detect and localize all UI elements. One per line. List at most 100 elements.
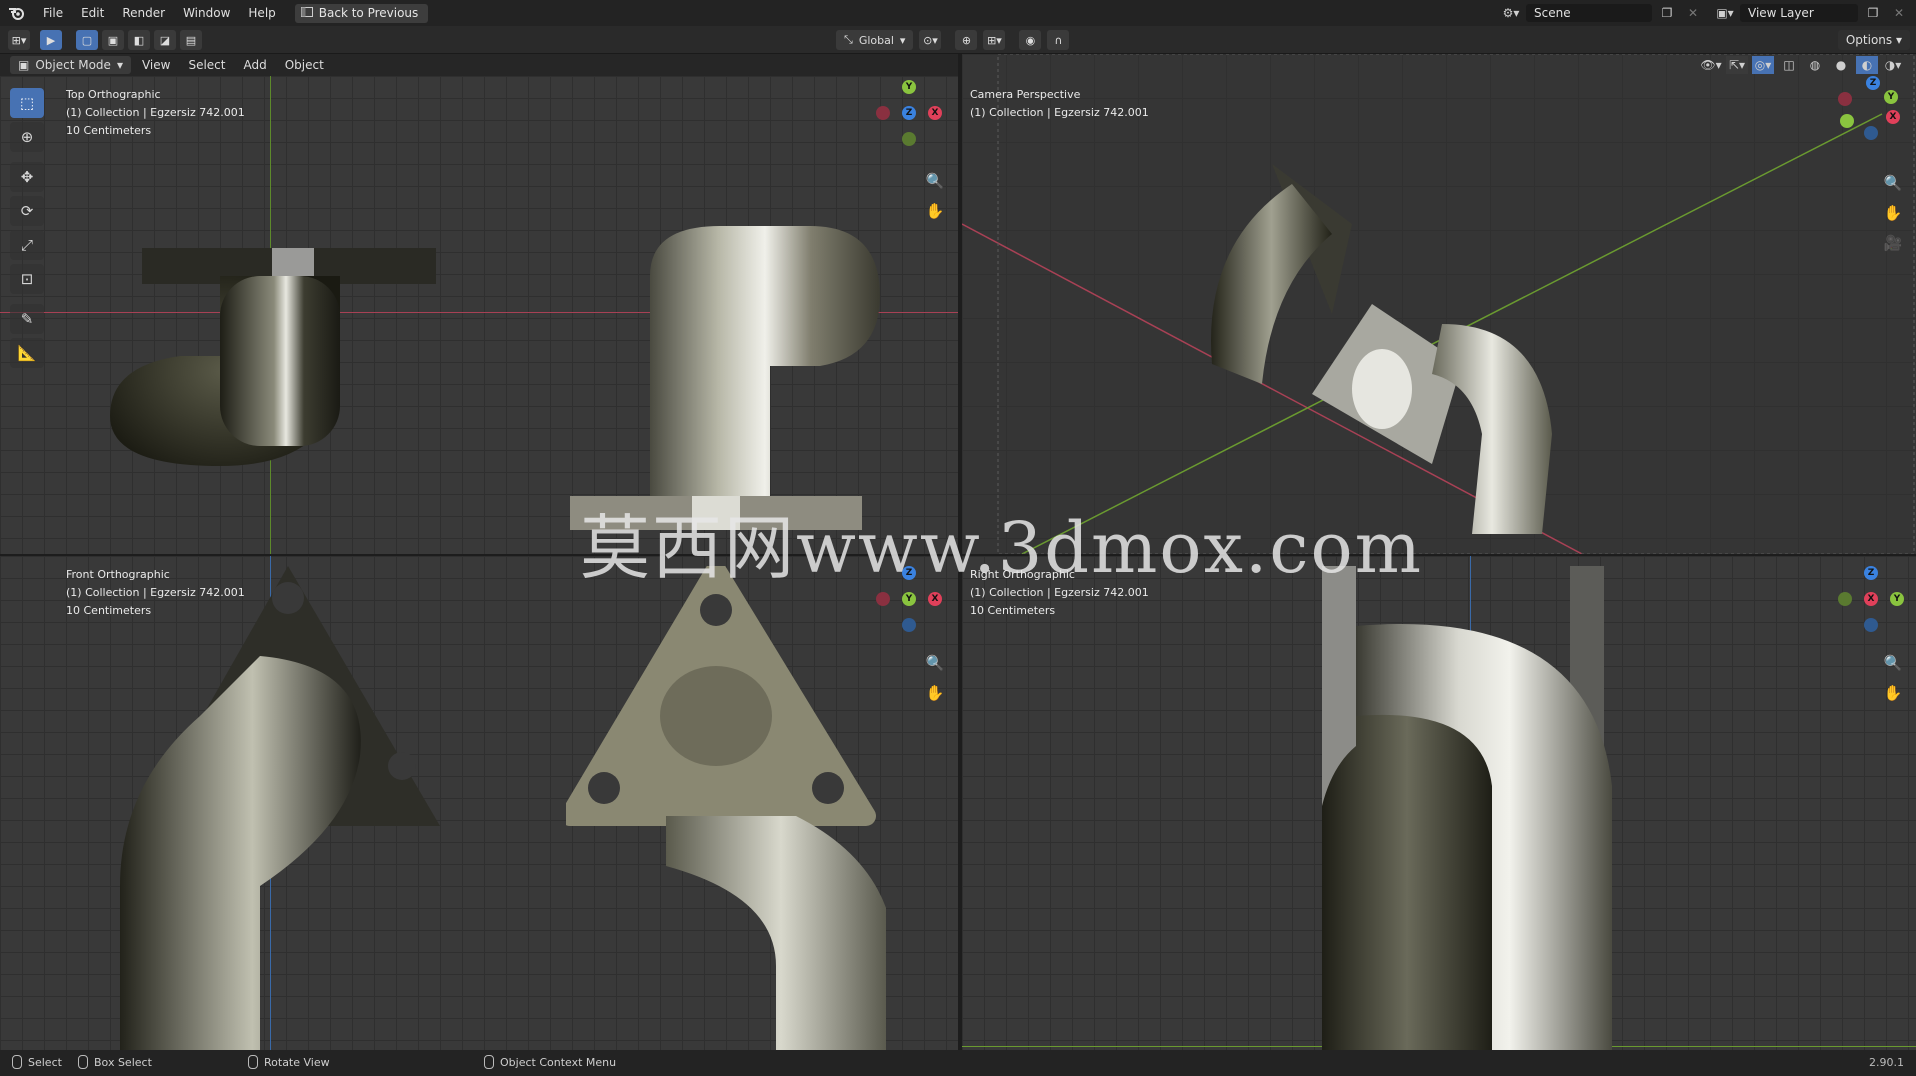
viewport-title: Camera Perspective [970, 88, 1081, 101]
viewport-shading-header: 👁▾ ⇱▾ ◎▾ ◫ ◍ ● ◐ ◑▾ [1700, 54, 1904, 76]
options-button[interactable]: Options ▾ [1837, 30, 1910, 50]
chevron-down-icon: ▾ [116, 58, 123, 72]
gizmo-y-axis[interactable]: Y [1884, 90, 1898, 104]
mouse-middle-icon [248, 1055, 258, 1069]
viewport-title: Top Orthographic [66, 88, 161, 101]
blender-logo-icon[interactable] [0, 0, 34, 26]
select-subtract-icon[interactable]: ◧ [128, 30, 150, 50]
pipe-model-light [570, 226, 880, 530]
menu-edit[interactable]: Edit [72, 0, 113, 26]
gizmo-x-axis[interactable]: X [1886, 110, 1900, 124]
gizmo-x-axis[interactable]: X [928, 106, 942, 120]
gizmo-toggle-icon[interactable]: ⇱▾ [1726, 56, 1748, 74]
rendered-shading-icon[interactable]: ◑▾ [1882, 56, 1904, 74]
measure-icon[interactable]: 📐 [10, 338, 44, 368]
status-context-menu: Object Context Menu [484, 1055, 616, 1069]
gizmo-y-axis[interactable]: Y [902, 80, 916, 94]
gizmo-z-axis[interactable]: Z [902, 106, 916, 120]
gizmo-neg-y[interactable] [1838, 592, 1852, 606]
collection-label: (1) Collection | Egzersiz 742.001 [66, 586, 245, 599]
transform-icon[interactable]: ⊡ [10, 264, 44, 294]
view-layer-field[interactable]: View Layer [1740, 4, 1858, 22]
move-icon[interactable]: ✥ [10, 162, 44, 192]
rotate-icon[interactable]: ⟳ [10, 196, 44, 226]
pipe-model-front-dark [120, 566, 440, 1050]
close-scene-icon[interactable]: ✕ [1682, 4, 1704, 22]
viewport-front-orthographic[interactable]: Front Orthographic (1) Collection | Egze… [0, 556, 958, 1050]
gizmo-neg-x[interactable] [1838, 92, 1852, 106]
zoom-icon[interactable]: 🔍 [1882, 652, 1904, 674]
menu-object[interactable]: Object [278, 58, 331, 72]
gizmo-neg-y[interactable] [902, 132, 916, 146]
hand-pan-icon[interactable]: ✋ [1882, 682, 1904, 704]
hand-pan-icon[interactable]: ✋ [924, 200, 946, 222]
select-extend-icon[interactable]: ▣ [102, 30, 124, 50]
scene-icon[interactable]: ⚙▾ [1500, 4, 1522, 22]
gizmo-neg-y[interactable] [1840, 114, 1854, 128]
navigation-gizmo[interactable]: Z Y X [1834, 76, 1914, 156]
select-invert-icon[interactable]: ◪ [154, 30, 176, 50]
navigation-gizmo[interactable]: Y Z X [868, 80, 948, 160]
gizmo-neg-z[interactable] [1864, 618, 1878, 632]
xray-icon[interactable]: ◫ [1778, 56, 1800, 74]
select-box-icon[interactable]: ⬚ [10, 88, 44, 118]
editor-type-icon[interactable]: ⊞▾ [8, 30, 30, 50]
back-to-previous-button[interactable]: Back to Previous [294, 3, 429, 23]
zoom-icon[interactable]: 🔍 [1882, 172, 1904, 194]
pivot-point-icon[interactable]: ⊙▾ [919, 30, 942, 50]
zoom-icon[interactable]: 🔍 [924, 652, 946, 674]
gizmo-neg-z[interactable] [1864, 126, 1878, 140]
falloff-icon[interactable]: ∩ [1047, 30, 1070, 50]
viewport-top-orthographic[interactable]: Top Orthographic (1) Collection | Egzers… [0, 76, 958, 554]
viewport-camera-perspective[interactable]: Camera Perspective (1) Collection | Egze… [962, 54, 1916, 554]
solid-shading-icon[interactable]: ● [1830, 56, 1852, 74]
scene-selector-area: ⚙▾ Scene ❐ ✕ ▣▾ View Layer ❐ ✕ [1500, 0, 1916, 26]
gizmo-x-axis[interactable]: X [1864, 592, 1878, 606]
gizmo-y-axis[interactable]: Y [902, 592, 916, 606]
select-intersect-icon[interactable]: ▤ [180, 30, 202, 50]
mode-icon: ▣ [18, 58, 30, 72]
menu-render[interactable]: Render [113, 0, 174, 26]
zoom-icon[interactable]: 🔍 [924, 170, 946, 192]
new-scene-icon[interactable]: ❐ [1656, 4, 1678, 22]
gizmo-z-axis[interactable]: Z [1866, 76, 1880, 90]
hand-pan-icon[interactable]: ✋ [1882, 202, 1904, 224]
material-shading-icon[interactable]: ◐ [1856, 56, 1878, 74]
menu-window[interactable]: Window [174, 0, 239, 26]
status-box-select: Box Select [78, 1055, 152, 1069]
visibility-icon[interactable]: 👁▾ [1700, 56, 1722, 74]
gizmo-x-axis[interactable]: X [928, 592, 942, 606]
close-view-layer-icon[interactable]: ✕ [1888, 4, 1910, 22]
overlay-icon[interactable]: ◎▾ [1752, 56, 1774, 74]
transform-orientation-select[interactable]: ⤡ Global ▾ [836, 30, 914, 50]
gizmo-z-axis[interactable]: Z [1864, 566, 1878, 580]
viewport-right-orthographic[interactable]: Right Orthographic (1) Collection | Egze… [962, 556, 1916, 1050]
wireframe-shading-icon[interactable]: ◍ [1804, 56, 1826, 74]
menu-view[interactable]: View [135, 58, 177, 72]
menu-select[interactable]: Select [181, 58, 232, 72]
select-tool-icon[interactable]: ▶ [40, 30, 62, 50]
view-layer-icon[interactable]: ▣▾ [1714, 4, 1736, 22]
grid-scale-label: 10 Centimeters [970, 604, 1056, 617]
gizmo-neg-x[interactable] [876, 592, 890, 606]
menu-add[interactable]: Add [236, 58, 273, 72]
snap-target-icon[interactable]: ⊞▾ [983, 30, 1006, 50]
new-view-layer-icon[interactable]: ❐ [1862, 4, 1884, 22]
collection-label: (1) Collection | Egzersiz 742.001 [66, 106, 245, 119]
camera-icon[interactable]: 🎥 [1882, 232, 1904, 254]
select-new-icon[interactable]: ▢ [76, 30, 98, 50]
annotate-icon[interactable]: ✎ [10, 304, 44, 334]
menu-help[interactable]: Help [239, 0, 284, 26]
cursor-icon[interactable]: ⊕ [10, 122, 44, 152]
gizmo-neg-x[interactable] [876, 106, 890, 120]
proportional-edit-icon[interactable]: ◉ [1019, 30, 1042, 50]
navigation-gizmo[interactable]: Z X Y [1830, 566, 1910, 646]
object-mode-select[interactable]: ▣ Object Mode ▾ [10, 56, 131, 74]
gizmo-y-axis[interactable]: Y [1890, 592, 1904, 606]
scene-name-field[interactable]: Scene [1526, 4, 1652, 22]
scale-icon[interactable]: ⤢ [10, 230, 44, 260]
menu-file[interactable]: File [34, 0, 72, 26]
snap-icon[interactable]: ⊕ [955, 30, 978, 50]
gizmo-neg-z[interactable] [902, 618, 916, 632]
hand-pan-icon[interactable]: ✋ [924, 682, 946, 704]
